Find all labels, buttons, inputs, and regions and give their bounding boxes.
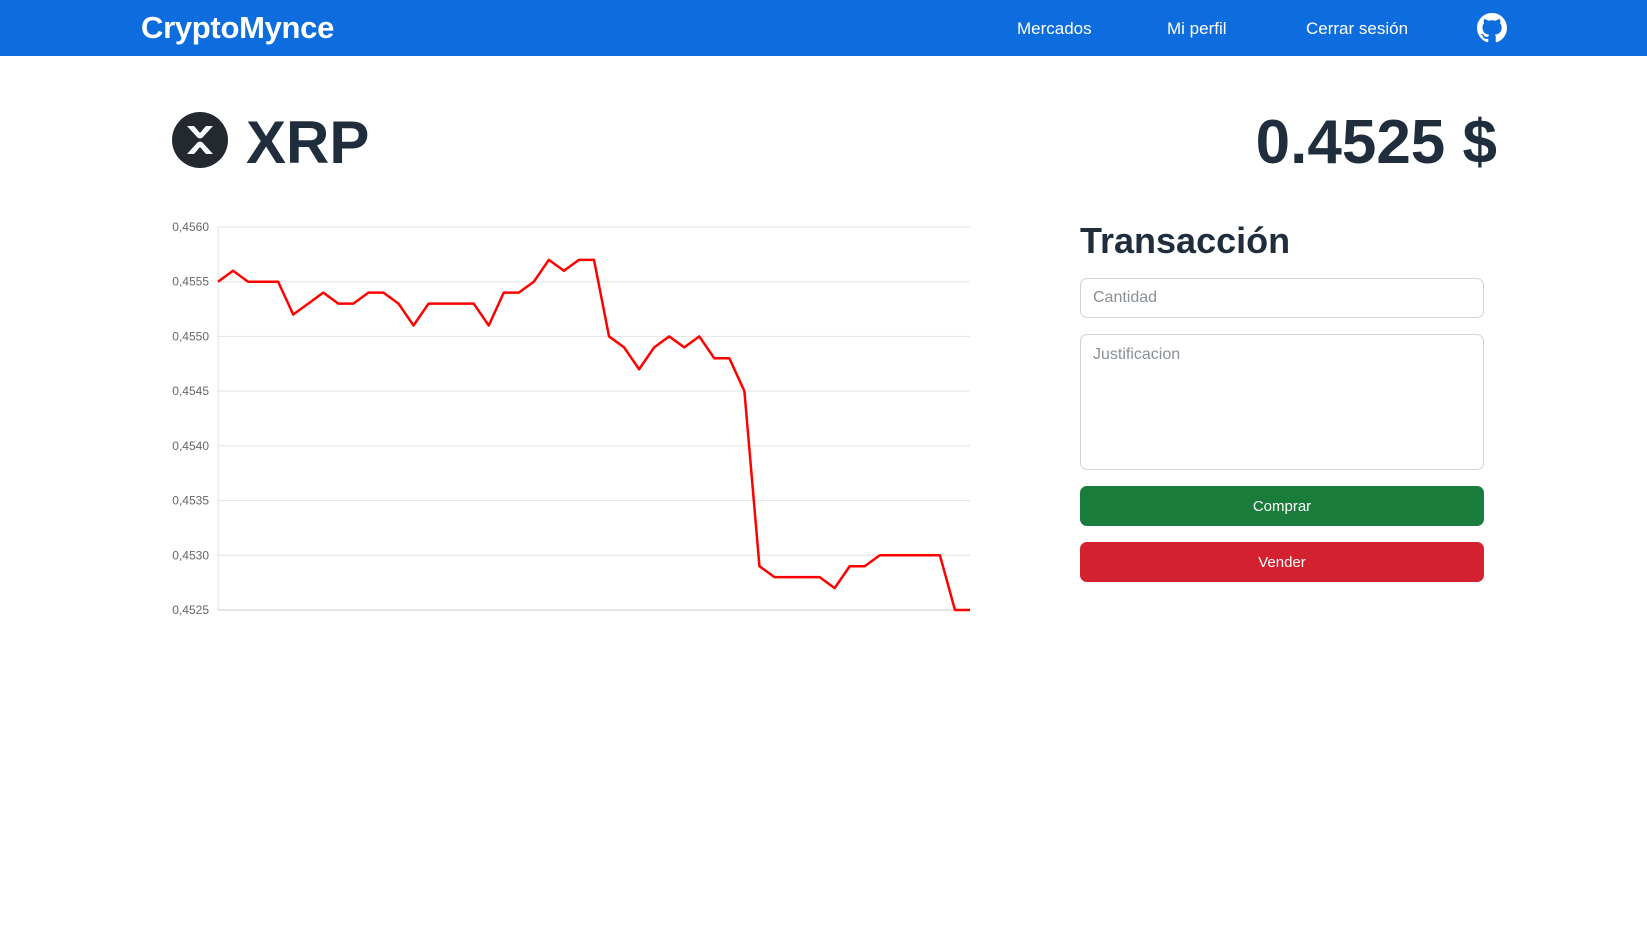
y-tick-label: 0,4540 xyxy=(172,439,209,453)
y-tick-label: 0,4560 xyxy=(172,220,209,234)
price-chart: 0,4560 0,4555 0,4550 0,4545 0,4540 0,4535 0,45… xyxy=(150,210,980,620)
brand-logo[interactable]: CryptoMynce xyxy=(141,10,334,46)
nav-link-mi-perfil[interactable]: Mi perfil xyxy=(1167,19,1227,39)
y-tick-label: 0,4530 xyxy=(172,548,209,562)
nav-link-mercados[interactable]: Mercados xyxy=(1017,19,1092,39)
y-tick-label: 0,4535 xyxy=(172,494,209,508)
price-series-line xyxy=(217,258,970,612)
github-icon[interactable] xyxy=(1477,13,1507,43)
buy-button[interactable]: Comprar xyxy=(1080,486,1484,526)
sell-button[interactable]: Vender xyxy=(1080,542,1484,582)
coin-price: 0.4525 $ xyxy=(1255,108,1497,177)
y-tick-label: 0,4545 xyxy=(172,384,209,398)
justification-textarea[interactable] xyxy=(1080,334,1484,470)
navbar: CryptoMynce Mercados Mi perfil Cerrar se… xyxy=(0,0,1647,56)
coin-symbol: XRP xyxy=(246,109,370,176)
nav-link-cerrar-sesion[interactable]: Cerrar sesión xyxy=(1306,19,1408,39)
y-tick-label: 0,4550 xyxy=(172,329,209,343)
quantity-input[interactable] xyxy=(1080,278,1484,318)
y-tick-label: 0,4555 xyxy=(172,275,209,289)
price-chart-svg: 0,4560 0,4555 0,4550 0,4545 0,4540 0,4535 0,45… xyxy=(172,220,970,617)
transaction-title: Transacción xyxy=(1080,220,1291,261)
xrp-logo-icon xyxy=(172,112,228,168)
y-tick-label: 0,4525 xyxy=(172,603,209,617)
